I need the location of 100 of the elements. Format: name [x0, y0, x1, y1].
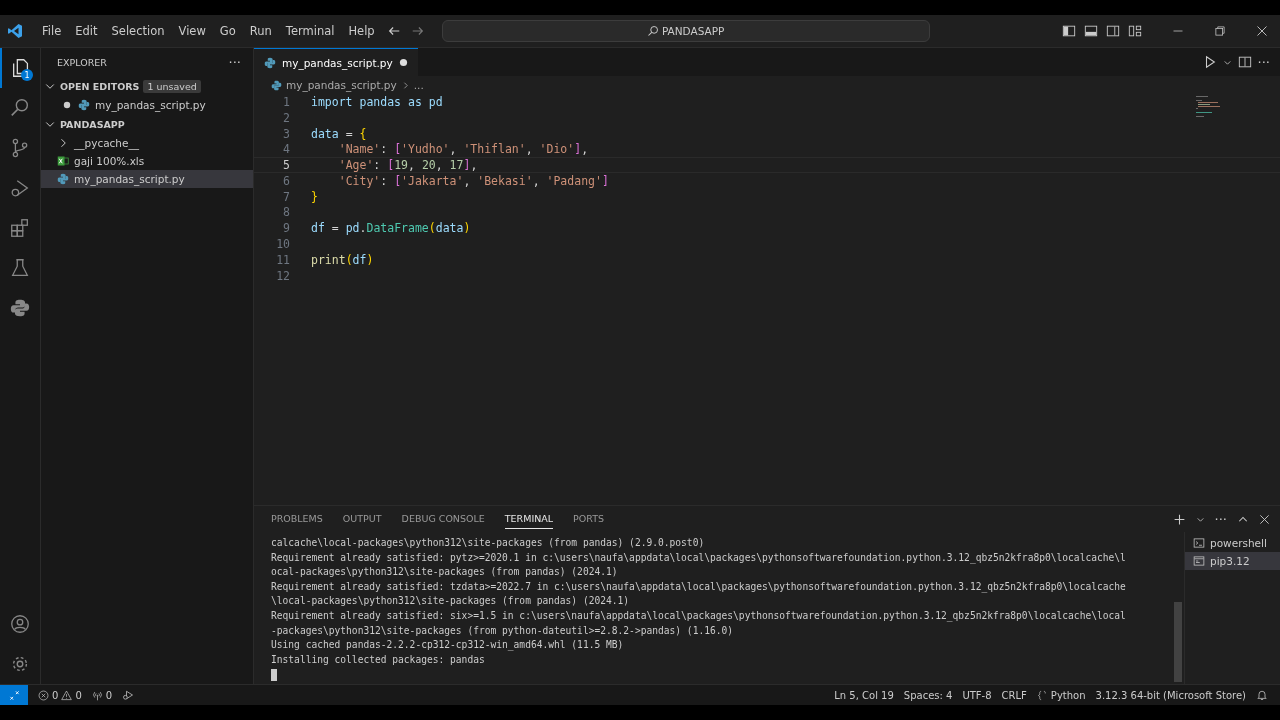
line-number: 7 [282, 189, 290, 204]
menu-item[interactable]: Selection [104, 24, 172, 38]
terminal-line: Requirement already satisfied: tzdata>=2022.7 in c:\users\naufa\appdata\local\packages\pythonsoftwarefoundation.python.3.12_qbz5n2kfra8p0\localcache [271, 579, 1127, 595]
bell-icon[interactable] [1256, 689, 1268, 701]
person-icon [9, 613, 31, 635]
ports-status[interactable]: 0 [91, 689, 113, 701]
search-icon [646, 25, 659, 37]
python-file-icon [78, 99, 90, 111]
search-icon [9, 97, 31, 119]
notification-badge: 1 [21, 69, 33, 81]
split-editor-icon[interactable] [1237, 55, 1252, 69]
toggle-panel-icon[interactable] [1084, 24, 1098, 38]
terminal-prompt-icon [1193, 537, 1205, 549]
terminal-cursor [271, 669, 277, 682]
menu-item[interactable]: Go [212, 24, 243, 38]
problems-status[interactable]: 0 0 [38, 689, 82, 701]
forward-arrow-icon[interactable] [410, 24, 425, 38]
python-file-icon [57, 173, 69, 185]
code-line: 'Name': ['Yudho', 'Thiflan', 'Dio'], [337, 142, 589, 157]
menu-item[interactable]: Run [242, 24, 279, 38]
code-line: import pandas as pd [311, 94, 443, 109]
close-icon[interactable] [1256, 25, 1268, 37]
code-line: 'City': ['Jakarta', 'Bekasi', 'Padang'] [337, 173, 609, 188]
panel-tab[interactable]: PROBLEMS [271, 509, 323, 529]
more-actions-button[interactable]: ··· [1257, 54, 1270, 70]
plus-icon[interactable] [1172, 512, 1186, 526]
more-actions-button[interactable]: ··· [1214, 511, 1227, 527]
menu-item[interactable]: Terminal [278, 24, 342, 38]
line-number: 6 [282, 173, 290, 188]
terminal-line: Installing collected packages: pandas [271, 652, 486, 667]
language-status[interactable]: Python [1036, 689, 1086, 701]
status-item[interactable]: Ln 5, Col 19 [834, 689, 894, 701]
play-bug-icon[interactable] [122, 689, 135, 701]
restore-icon[interactable] [1214, 25, 1226, 37]
line-number: 3 [282, 126, 290, 141]
status-item[interactable]: Spaces: 4 [903, 689, 953, 701]
terminal-line: Requirement already satisfied: pytz>=2020.1 in c:\users\naufa\appdata\local\packages\pythonsoftwarefoundation.python.3.12_qbz5n2kfra8p0\localcache\l [271, 550, 1127, 566]
spreadsheet-file-icon [57, 155, 69, 167]
error-icon [38, 689, 49, 701]
scrollbar[interactable] [1174, 602, 1182, 682]
python-file-icon [271, 79, 282, 91]
line-number: 4 [282, 142, 290, 157]
menu-item[interactable]: File [35, 24, 69, 38]
status-item[interactable]: 3.12.3 64-bit (Microsoft Store) [1095, 689, 1246, 701]
breadcrumb-item[interactable]: my_pandas_script.py [286, 79, 397, 91]
file-tree-item[interactable]: my_pandas_script.py [41, 170, 253, 188]
play-bug-icon [9, 177, 31, 199]
line-number: 11 [275, 252, 290, 267]
terminal-window-icon [1193, 555, 1205, 567]
terminal-line: -packages\python312\site-packages (from python-dateutil>=2.8.2->pandas) (1.16.0) [271, 623, 735, 638]
section-header[interactable]: PANDASAPP [41, 114, 253, 134]
line-number: 12 [275, 268, 290, 283]
python-logo-icon [9, 297, 31, 319]
editor-tab[interactable]: my_pandas_script.py [254, 48, 418, 76]
code-line: } [311, 189, 318, 204]
split-layout-icon[interactable] [1106, 24, 1120, 38]
file-tree-item[interactable]: gaji 100%.xls [41, 152, 253, 170]
python-file-icon [264, 56, 276, 69]
back-arrow-icon[interactable] [386, 24, 401, 38]
terminal-list-item[interactable]: powershell [1185, 534, 1280, 552]
extensions-icon [9, 217, 31, 239]
braces-icon [1036, 689, 1048, 701]
close-icon[interactable] [1259, 513, 1270, 525]
more-actions-button[interactable]: ··· [228, 54, 241, 70]
menu-item[interactable]: Edit [68, 24, 105, 38]
file-tree-item[interactable]: __pycache__ [41, 134, 253, 152]
minimap-drawing [1196, 96, 1220, 117]
terminal-list-item[interactable]: pip3.12 [1185, 552, 1280, 570]
section-title: PANDASAPP [60, 118, 125, 130]
menu-item[interactable]: View [171, 24, 213, 38]
section-title: OPEN EDITORS [60, 80, 140, 92]
terminal-line: ocal-packages\python312\site-packages (from pandas) (2024.1) [271, 565, 619, 580]
panel-tab[interactable]: DEBUG CONSOLE [401, 509, 485, 529]
line-number: 1 [282, 94, 290, 109]
terminal-line: \local-packages\python312\site-packages (from pandas) (2024.1) [271, 594, 631, 609]
panel-tab[interactable]: PORTS [573, 509, 605, 529]
breadcrumb-item[interactable]: ... [413, 79, 424, 91]
code-line: print(df) [311, 252, 374, 267]
panel-tab[interactable]: TERMINAL [504, 509, 554, 529]
terminal-line: Requirement already satisfied: six>=1.5 in c:\users\naufa\appdata\local\packages\pythonsoftwarefoundation.python.3.12_qbz5n2kfra8p0\localcache\local [271, 608, 1127, 624]
file-name: gaji 100%.xls [74, 155, 145, 167]
code-line: data = { [311, 126, 367, 141]
app-logo-icon [7, 23, 23, 39]
open-editor-item[interactable]: my_pandas_script.py [41, 96, 253, 114]
flask-icon [9, 257, 31, 279]
command-center[interactable]: PANDASAPP [441, 20, 930, 42]
toggle-sidebar-icon[interactable] [1062, 24, 1076, 38]
layout-grid-icon[interactable] [1128, 24, 1142, 38]
status-item[interactable]: UTF-8 [962, 689, 992, 701]
unsaved-badge: 1 unsaved [143, 79, 201, 93]
terminal-line: calcache\local-packages\python312\site-packages (from pandas) (2.9.0.post0) [271, 536, 706, 550]
menu-item[interactable]: Help [341, 24, 382, 38]
panel-tab[interactable]: OUTPUT [342, 509, 382, 529]
remote-icon [8, 689, 20, 701]
sidebar-title: EXPLORER [57, 56, 107, 68]
unsaved-dot-icon [63, 101, 71, 109]
line-number: 8 [282, 205, 290, 220]
file-name: __pycache__ [74, 137, 139, 149]
status-item[interactable]: CRLF [1001, 689, 1027, 701]
section-header[interactable]: OPEN EDITORS 1 unsaved [41, 76, 253, 96]
